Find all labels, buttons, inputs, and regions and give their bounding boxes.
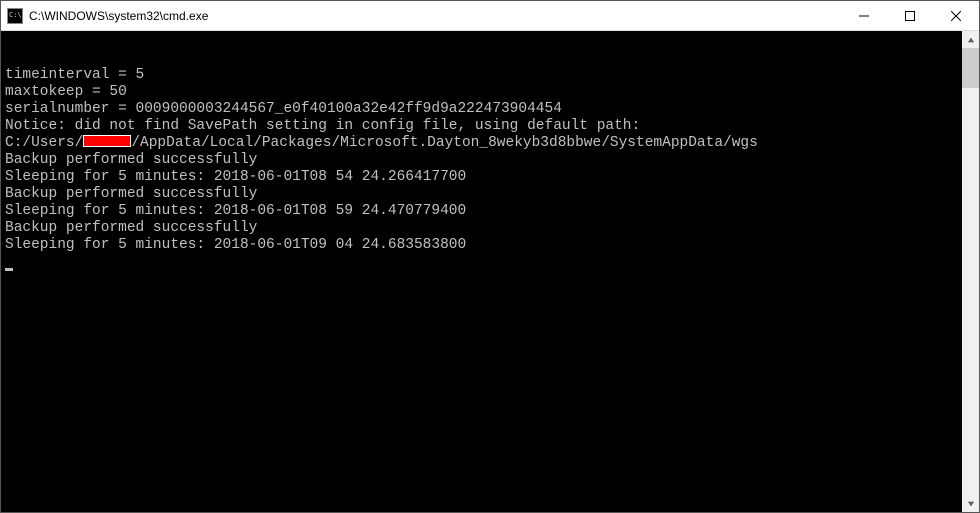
output-line: C:/Users//AppData/Local/Packages/Microso… <box>5 135 958 152</box>
output-line: Notice: did not find SavePath setting in… <box>5 118 958 135</box>
cmd-window: C:\ C:\WINDOWS\system32\cmd.exe timeinte… <box>0 0 980 513</box>
scroll-thumb[interactable] <box>962 48 979 88</box>
output-line: Backup performed successfully <box>5 220 958 237</box>
output-line: maxtokeep = 50 <box>5 84 958 101</box>
scroll-up-button[interactable] <box>962 31 979 48</box>
cmd-icon: C:\ <box>7 8 23 24</box>
svg-text:C:\: C:\ <box>9 11 22 19</box>
output-line: timeinterval = 5 <box>5 67 958 84</box>
titlebar[interactable]: C:\ C:\WINDOWS\system32\cmd.exe <box>1 1 979 31</box>
window-controls <box>841 1 979 30</box>
output-line: Backup performed successfully <box>5 152 958 169</box>
scroll-track[interactable] <box>962 48 979 495</box>
terminal-output[interactable]: timeinterval = 5maxtokeep = 50serialnumb… <box>1 31 962 512</box>
maximize-button[interactable] <box>887 1 933 30</box>
scroll-down-button[interactable] <box>962 495 979 512</box>
close-button[interactable] <box>933 1 979 30</box>
scrollbar[interactable] <box>962 31 979 512</box>
minimize-button[interactable] <box>841 1 887 30</box>
redacted-username <box>83 135 131 147</box>
output-line: Sleeping for 5 minutes: 2018-06-01T08 54… <box>5 169 958 186</box>
output-line: Sleeping for 5 minutes: 2018-06-01T09 04… <box>5 237 958 254</box>
output-line: serialnumber = 0009000003244567_e0f40100… <box>5 101 958 118</box>
window-title: C:\WINDOWS\system32\cmd.exe <box>29 9 841 23</box>
content-area: timeinterval = 5maxtokeep = 50serialnumb… <box>1 31 979 512</box>
cursor <box>5 268 13 271</box>
output-line: Backup performed successfully <box>5 186 958 203</box>
output-line: Sleeping for 5 minutes: 2018-06-01T08 59… <box>5 203 958 220</box>
